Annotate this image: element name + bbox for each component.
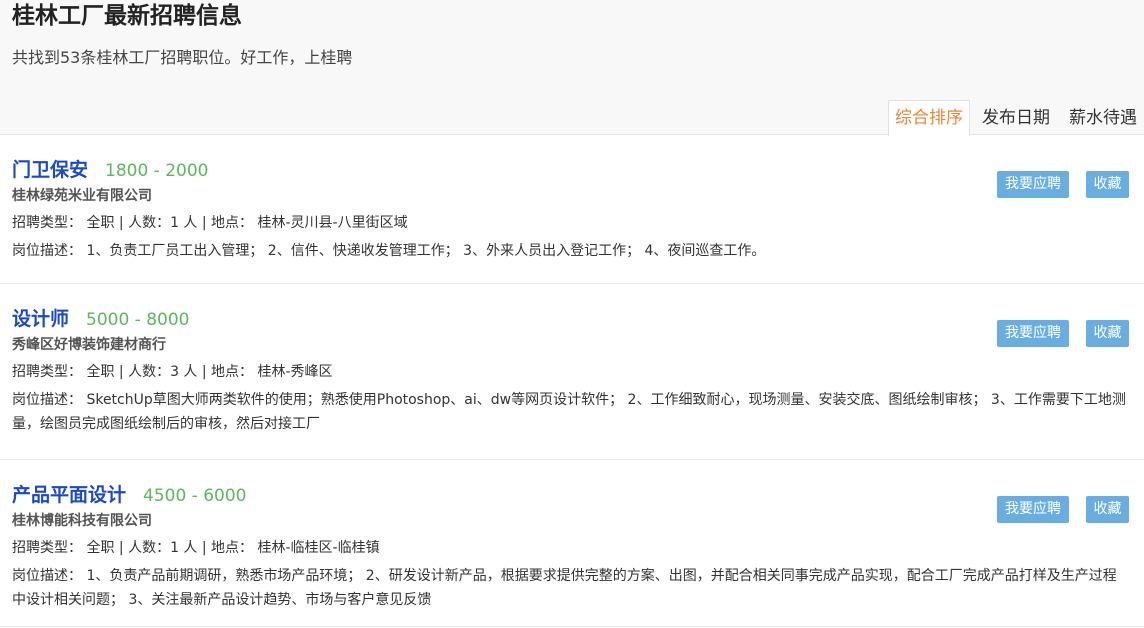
- tab-sort-salary[interactable]: 薪水待遇: [1062, 100, 1144, 135]
- job-description: 岗位描述： SketchUp草图大师两类软件的使用；熟悉使用Photoshop、…: [12, 392, 1126, 432]
- apply-button[interactable]: 我要应聘: [997, 496, 1069, 523]
- job-company: 桂林博能科技有限公司: [12, 513, 152, 529]
- page-subtitle: 共找到53条桂林工厂招聘职位。好工作，上桂聘: [12, 48, 353, 67]
- page-header: 桂林工厂最新招聘信息 共找到53条桂林工厂招聘职位。好工作，上桂聘 综合排序 发…: [0, 0, 1144, 136]
- job-description: 岗位描述： 1、负责工厂员工出入管理； 2、信件、快递收发管理工作； 3、外来人…: [12, 243, 766, 259]
- job-head: 产品平面设计 4500 - 6000: [12, 480, 1134, 507]
- job-listing: 设计师 5000 - 8000 秀峰区好博装饰建材商行 招聘类型： 全职 | 人…: [0, 284, 1144, 460]
- favorite-button[interactable]: 收藏: [1086, 320, 1129, 347]
- job-listing: 门卫保安 1800 - 2000 桂林绿苑米业有限公司 招聘类型： 全职 | 人…: [0, 135, 1144, 284]
- job-salary: 5000 - 8000: [86, 310, 190, 330]
- job-title-link[interactable]: 门卫保安: [12, 155, 88, 182]
- favorite-button[interactable]: 收藏: [1086, 171, 1129, 198]
- sort-tabs: 综合排序 发布日期 薪水待遇: [888, 100, 1144, 136]
- job-head: 门卫保安 1800 - 2000: [12, 155, 1134, 182]
- job-list: 门卫保安 1800 - 2000 桂林绿苑米业有限公司 招聘类型： 全职 | 人…: [0, 135, 1144, 627]
- apply-button[interactable]: 我要应聘: [997, 171, 1069, 198]
- job-meta: 招聘类型： 全职 | 人数：1 人 | 地点： 桂林-灵川县-八里街区域: [12, 215, 408, 231]
- job-company: 秀峰区好博装饰建材商行: [12, 337, 166, 353]
- job-title-link[interactable]: 设计师: [12, 304, 69, 331]
- job-salary: 4500 - 6000: [143, 486, 247, 506]
- apply-button[interactable]: 我要应聘: [997, 320, 1069, 347]
- tab-sort-date[interactable]: 发布日期: [975, 100, 1057, 135]
- tab-sort-comprehensive[interactable]: 综合排序: [888, 100, 970, 136]
- job-listing: 产品平面设计 4500 - 6000 桂林博能科技有限公司 招聘类型： 全职 |…: [0, 460, 1144, 627]
- job-meta: 招聘类型： 全职 | 人数：1 人 | 地点： 桂林-临桂区-临桂镇: [12, 540, 380, 556]
- job-head: 设计师 5000 - 8000: [12, 304, 1134, 331]
- favorite-button[interactable]: 收藏: [1086, 496, 1129, 523]
- job-meta: 招聘类型： 全职 | 人数：3 人 | 地点： 桂林-秀峰区: [12, 364, 333, 380]
- job-salary: 1800 - 2000: [105, 161, 209, 181]
- job-title-link[interactable]: 产品平面设计: [12, 480, 126, 507]
- page-title: 桂林工厂最新招聘信息: [12, 3, 242, 29]
- job-description: 岗位描述： 1、负责产品前期调研，熟悉市场产品环境； 2、研发设计新产品，根据要…: [12, 568, 1117, 608]
- job-company: 桂林绿苑米业有限公司: [12, 188, 152, 204]
